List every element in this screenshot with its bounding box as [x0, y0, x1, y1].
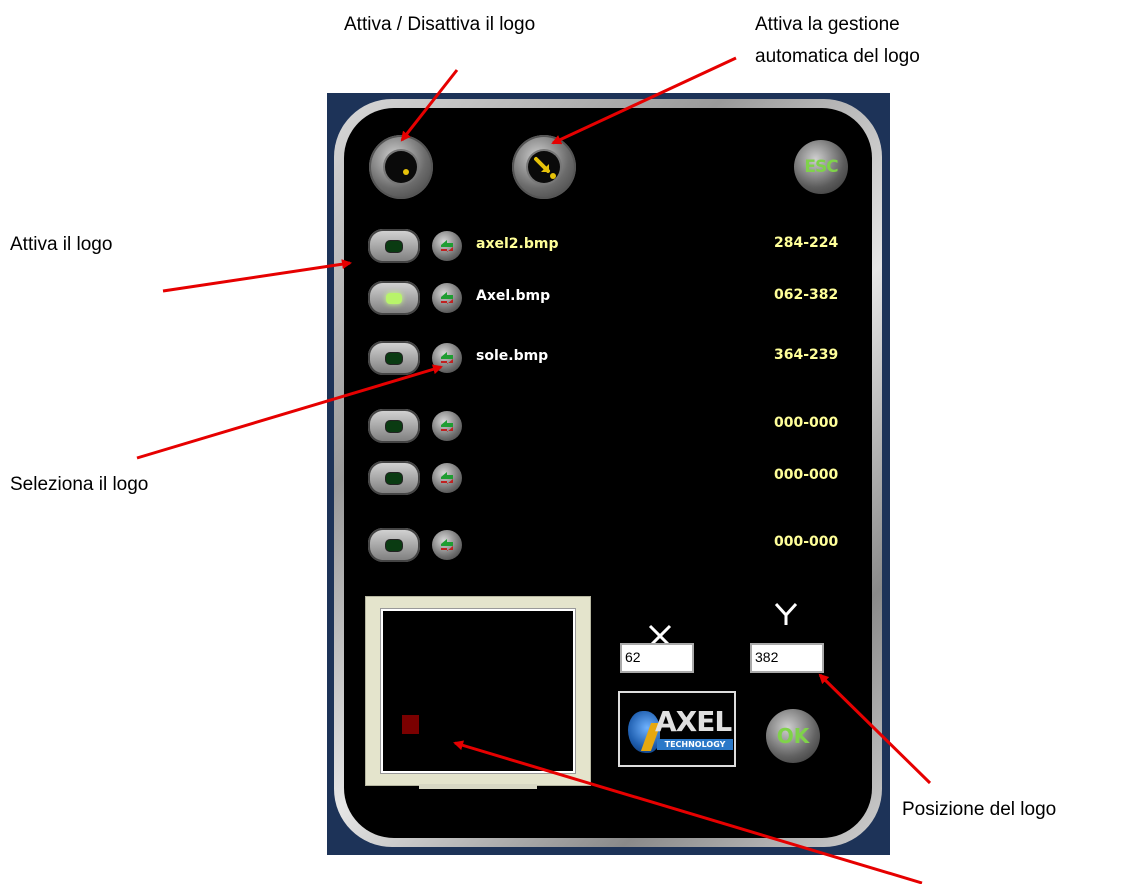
- arrow-auto-logo: [551, 56, 737, 145]
- arrow-select-logo: [136, 364, 443, 460]
- annotation-arrows: [136, 56, 932, 884]
- arrow-position: [818, 673, 932, 785]
- arrow-marker: [453, 740, 923, 884]
- arrow-toggle-logo: [400, 69, 459, 142]
- arrow-activate-logo: [162, 259, 352, 293]
